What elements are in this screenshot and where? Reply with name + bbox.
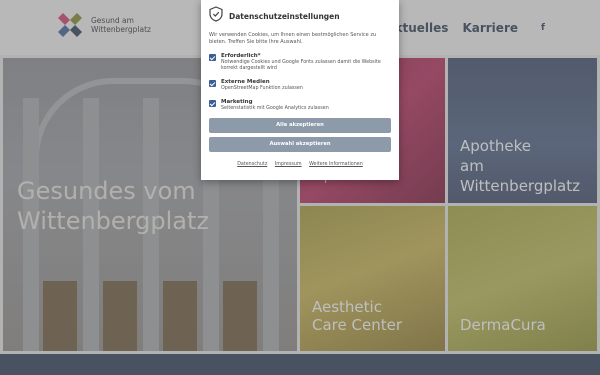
option-desc: Seitenstatistik mit Google Analytics zul… xyxy=(221,106,329,111)
cookie-consent-dialog: Datenschutzeinstellungen Wir verwenden C… xyxy=(201,0,399,180)
link-datenschutz[interactable]: Datenschutz xyxy=(237,162,267,167)
dialog-links: Datenschutz Impressum Weitere Informatio… xyxy=(209,162,391,167)
option-marketing: Marketing Seitenstatistik mit Google Ana… xyxy=(209,99,391,112)
shield-check-icon xyxy=(209,6,223,26)
accept-all-button[interactable]: Alle akzeptieren xyxy=(209,118,391,133)
option-externe-medien: Externe Medien OpenStreetMap Funktion zu… xyxy=(209,79,391,92)
option-desc: OpenStreetMap Funktion zulassen xyxy=(221,86,303,91)
link-weitere-informationen[interactable]: Weitere Informationen xyxy=(309,162,363,167)
link-impressum[interactable]: Impressum xyxy=(275,162,302,167)
dialog-header: Datenschutzeinstellungen xyxy=(209,6,391,26)
option-desc: Notwendige Cookies und Google Fonts zula… xyxy=(221,60,381,71)
option-name: Marketing xyxy=(221,99,253,105)
option-name: Externe Medien xyxy=(221,79,270,85)
dialog-title: Datenschutzeinstellungen xyxy=(229,11,340,21)
accept-selection-button[interactable]: Auswahl akzeptieren xyxy=(209,137,391,152)
dialog-intro: Wir verwenden Cookies, um Ihnen einen be… xyxy=(209,32,377,45)
checkbox-marketing[interactable] xyxy=(209,100,216,107)
checkbox-externe-medien[interactable] xyxy=(209,80,216,87)
checkbox-erforderlich[interactable] xyxy=(209,54,216,61)
option-name: Erforderlich* xyxy=(221,53,261,59)
option-erforderlich: Erforderlich* Notwendige Cookies und Goo… xyxy=(209,53,391,72)
